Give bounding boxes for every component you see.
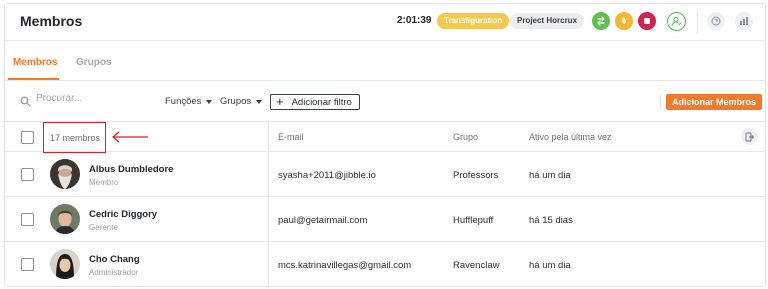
header-divider (697, 11, 698, 33)
column-header-last-active[interactable]: Ativo pela última vez (529, 132, 612, 142)
timer-display: 2:01:39 (397, 15, 432, 26)
apps-icon (740, 17, 748, 25)
member-email: paul@getairmail.com (278, 215, 368, 226)
groups-filter-label: Grupos (220, 96, 252, 107)
row-checkbox[interactable] (21, 168, 34, 181)
help-button[interactable] (707, 12, 725, 30)
member-last-active: há um dia (529, 260, 571, 271)
member-role: Gerente (89, 223, 118, 232)
arrows-switch-icon (597, 16, 605, 26)
coffee-icon (622, 17, 626, 24)
export-button[interactable] (741, 128, 758, 145)
functions-filter-label: Funções (165, 96, 202, 107)
apps-button[interactable] (735, 12, 753, 30)
column-divider (268, 122, 269, 152)
column-header-email[interactable]: E-mail (278, 132, 304, 142)
search-icon (20, 96, 31, 107)
user-clock-icon (672, 17, 682, 26)
member-group: Hufflepuff (453, 215, 494, 226)
tab-bar: Membros Grupos (5, 41, 765, 81)
add-filter-button[interactable]: + Adicionar filtro (270, 94, 360, 110)
member-role: Administrador (89, 268, 139, 277)
switch-activity-button[interactable] (592, 12, 610, 30)
add-members-button[interactable]: Adicionar Membros (666, 94, 763, 110)
avatar (50, 249, 80, 279)
row-checkbox[interactable] (21, 213, 34, 226)
row-checkbox[interactable] (21, 258, 34, 271)
chevron-down-icon (256, 99, 263, 104)
active-tab-indicator (8, 78, 59, 80)
toolbar-divider (660, 94, 661, 110)
member-role: Membro (89, 178, 119, 187)
table-row[interactable]: Cho Chang Administrador mcs.katrinaville… (5, 242, 765, 286)
tab-membros[interactable]: Membros (13, 57, 57, 68)
page-title: Membros (20, 13, 83, 29)
avatar (50, 204, 80, 234)
avatar (50, 159, 80, 189)
project-pill[interactable]: Project Horcrux (510, 13, 585, 29)
help-icon (711, 16, 721, 26)
arrow-left-icon (112, 131, 148, 143)
member-last-active: há um dia (529, 170, 571, 181)
select-all-checkbox[interactable] (21, 131, 34, 144)
tab-grupos[interactable]: Grupos (76, 57, 112, 68)
member-email: syasha+2011@jibble.io (278, 170, 376, 181)
add-filter-label: Adicionar filtro (291, 96, 352, 108)
column-divider (268, 152, 269, 197)
functions-filter-dropdown[interactable]: Funções (165, 96, 213, 107)
groups-filter-dropdown[interactable]: Grupos (220, 96, 263, 107)
export-icon (745, 132, 754, 141)
member-name[interactable]: Cho Chang (89, 254, 140, 265)
member-last-active: há 15 dias (529, 215, 573, 226)
search-input[interactable] (36, 93, 136, 104)
table-row[interactable]: Albus Dumbledore Membro syasha+2011@jibb… (5, 152, 765, 197)
stop-icon (644, 18, 650, 24)
members-toolbar: Funções Grupos + Adicionar filtro Adicio… (5, 82, 765, 122)
column-divider (268, 242, 269, 286)
table-row[interactable]: Cedric Diggory Gerente paul@getairmail.c… (5, 197, 765, 242)
column-header-group[interactable]: Grupo (453, 132, 478, 142)
stop-button[interactable] (638, 12, 656, 30)
plus-icon: + (276, 94, 284, 109)
member-email: mcs.katrinavillegas@gmail.com (278, 260, 412, 271)
chevron-down-icon (206, 99, 213, 104)
break-button[interactable] (615, 12, 633, 30)
member-name[interactable]: Cedric Diggory (89, 209, 157, 220)
member-name[interactable]: Albus Dumbledore (89, 164, 173, 175)
table-header: 17 membros E-mail Grupo Ativo pela últim… (5, 122, 765, 153)
clock-in-user-button[interactable] (667, 12, 686, 31)
activity-pill[interactable]: Transfiguration (437, 13, 510, 29)
app-window: Membros 2:01:39 Transfiguration Project … (4, 3, 766, 287)
member-count: 17 membros (50, 133, 101, 143)
member-group: Professors (453, 170, 499, 181)
top-header: Membros 2:01:39 Transfiguration Project … (5, 4, 765, 41)
member-group: Ravenclaw (453, 260, 500, 271)
column-divider (268, 197, 269, 242)
